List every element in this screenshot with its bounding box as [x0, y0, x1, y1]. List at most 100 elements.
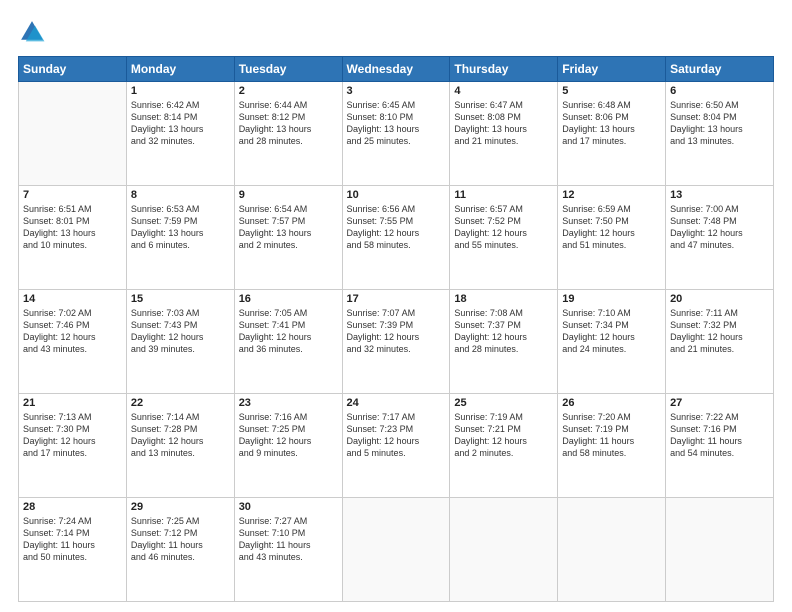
logo-icon	[18, 18, 46, 46]
day-number: 14	[23, 293, 122, 305]
calendar-cell: 11 Sunrise: 6:57 AM Sunset: 7:52 PM Dayli…	[450, 186, 558, 290]
day-number: 20	[670, 293, 769, 305]
day-number: 18	[454, 293, 553, 305]
day-info: Sunrise: 6:59 AM Sunset: 7:50 PM Dayligh…	[562, 203, 661, 252]
calendar-cell: 10 Sunrise: 6:56 AM Sunset: 7:55 PM Dayli…	[342, 186, 450, 290]
day-number: 8	[131, 189, 230, 201]
day-number: 1	[131, 85, 230, 97]
day-info: Sunrise: 6:54 AM Sunset: 7:57 PM Dayligh…	[239, 203, 338, 252]
calendar-cell: 23Sunrise: 7:16 AM Sunset: 7:25 PM Dayli…	[234, 394, 342, 498]
weekday-saturday: Saturday	[666, 57, 774, 82]
day-info: Sunrise: 7:27 AM Sunset: 7:10 PM Dayligh…	[239, 515, 338, 564]
calendar-cell	[558, 498, 666, 602]
calendar-cell: 26 Sunrise: 7:20 AM Sunset: 7:19 PM Dayli…	[558, 394, 666, 498]
calendar-cell: 30 Sunrise: 7:27 AM Sunset: 7:10 PM Dayli…	[234, 498, 342, 602]
weekday-sunday: Sunday	[19, 57, 127, 82]
calendar-cell: 8 Sunrise: 6:53 AM Sunset: 7:59 PM Daylig…	[126, 186, 234, 290]
weekday-wednesday: Wednesday	[342, 57, 450, 82]
page: SundayMondayTuesdayWednesdayThursdayFrid…	[0, 0, 792, 612]
day-number: 16	[239, 293, 338, 305]
week-row-1: 7 Sunrise: 6:51 AM Sunset: 8:01 PM Daylig…	[19, 186, 774, 290]
day-number: 22	[131, 397, 230, 409]
day-info: Sunrise: 7:11 AM Sunset: 7:32 PM Dayligh…	[670, 307, 769, 356]
calendar-cell: 29 Sunrise: 7:25 AM Sunset: 7:12 PM Dayli…	[126, 498, 234, 602]
day-info: Sunrise: 7:07 AM Sunset: 7:39 PM Dayligh…	[347, 307, 446, 356]
week-row-2: 14Sunrise: 7:02 AM Sunset: 7:46 PM Dayli…	[19, 290, 774, 394]
day-info: Sunrise: 6:47 AM Sunset: 8:08 PM Dayligh…	[454, 99, 553, 148]
day-info: Sunrise: 7:14 AM Sunset: 7:28 PM Dayligh…	[131, 411, 230, 460]
day-number: 23	[239, 397, 338, 409]
day-number: 19	[562, 293, 661, 305]
day-info: Sunrise: 6:50 AM Sunset: 8:04 PM Dayligh…	[670, 99, 769, 148]
calendar-cell: 1Sunrise: 6:42 AM Sunset: 8:14 PM Daylig…	[126, 82, 234, 186]
day-info: Sunrise: 6:53 AM Sunset: 7:59 PM Dayligh…	[131, 203, 230, 252]
weekday-monday: Monday	[126, 57, 234, 82]
calendar-cell: 18 Sunrise: 7:08 AM Sunset: 7:37 PM Dayli…	[450, 290, 558, 394]
day-number: 9	[239, 189, 338, 201]
day-number: 6	[670, 85, 769, 97]
calendar-cell: 25 Sunrise: 7:19 AM Sunset: 7:21 PM Dayli…	[450, 394, 558, 498]
week-row-4: 28 Sunrise: 7:24 AM Sunset: 7:14 PM Dayli…	[19, 498, 774, 602]
calendar-table: SundayMondayTuesdayWednesdayThursdayFrid…	[18, 56, 774, 602]
day-info: Sunrise: 7:19 AM Sunset: 7:21 PM Dayligh…	[454, 411, 553, 460]
day-number: 24	[347, 397, 446, 409]
day-number: 30	[239, 501, 338, 513]
weekday-thursday: Thursday	[450, 57, 558, 82]
day-number: 10	[347, 189, 446, 201]
day-info: Sunrise: 7:25 AM Sunset: 7:12 PM Dayligh…	[131, 515, 230, 564]
day-number: 26	[562, 397, 661, 409]
week-row-0: 1Sunrise: 6:42 AM Sunset: 8:14 PM Daylig…	[19, 82, 774, 186]
day-info: Sunrise: 6:44 AM Sunset: 8:12 PM Dayligh…	[239, 99, 338, 148]
day-info: Sunrise: 6:48 AM Sunset: 8:06 PM Dayligh…	[562, 99, 661, 148]
day-number: 2	[239, 85, 338, 97]
day-number: 27	[670, 397, 769, 409]
calendar-cell: 4Sunrise: 6:47 AM Sunset: 8:08 PM Daylig…	[450, 82, 558, 186]
day-info: Sunrise: 7:00 AM Sunset: 7:48 PM Dayligh…	[670, 203, 769, 252]
calendar-cell: 19 Sunrise: 7:10 AM Sunset: 7:34 PM Dayli…	[558, 290, 666, 394]
calendar-cell: 27 Sunrise: 7:22 AM Sunset: 7:16 PM Dayli…	[666, 394, 774, 498]
calendar-cell	[19, 82, 127, 186]
day-number: 7	[23, 189, 122, 201]
day-info: Sunrise: 7:13 AM Sunset: 7:30 PM Dayligh…	[23, 411, 122, 460]
calendar-cell: 17 Sunrise: 7:07 AM Sunset: 7:39 PM Dayli…	[342, 290, 450, 394]
day-number: 21	[23, 397, 122, 409]
calendar-cell	[450, 498, 558, 602]
day-number: 29	[131, 501, 230, 513]
calendar-cell: 6 Sunrise: 6:50 AM Sunset: 8:04 PM Daylig…	[666, 82, 774, 186]
day-number: 13	[670, 189, 769, 201]
day-number: 12	[562, 189, 661, 201]
day-info: Sunrise: 6:56 AM Sunset: 7:55 PM Dayligh…	[347, 203, 446, 252]
day-number: 3	[347, 85, 446, 97]
day-number: 11	[454, 189, 553, 201]
day-info: Sunrise: 7:20 AM Sunset: 7:19 PM Dayligh…	[562, 411, 661, 460]
day-info: Sunrise: 7:08 AM Sunset: 7:37 PM Dayligh…	[454, 307, 553, 356]
day-info: Sunrise: 6:51 AM Sunset: 8:01 PM Dayligh…	[23, 203, 122, 252]
calendar-cell: 7 Sunrise: 6:51 AM Sunset: 8:01 PM Daylig…	[19, 186, 127, 290]
weekday-tuesday: Tuesday	[234, 57, 342, 82]
calendar-cell	[666, 498, 774, 602]
day-info: Sunrise: 6:57 AM Sunset: 7:52 PM Dayligh…	[454, 203, 553, 252]
calendar-cell: 3 Sunrise: 6:45 AM Sunset: 8:10 PM Daylig…	[342, 82, 450, 186]
day-info: Sunrise: 7:10 AM Sunset: 7:34 PM Dayligh…	[562, 307, 661, 356]
weekday-header-row: SundayMondayTuesdayWednesdayThursdayFrid…	[19, 57, 774, 82]
calendar-cell: 21 Sunrise: 7:13 AM Sunset: 7:30 PM Dayli…	[19, 394, 127, 498]
week-row-3: 21 Sunrise: 7:13 AM Sunset: 7:30 PM Dayli…	[19, 394, 774, 498]
calendar-cell	[342, 498, 450, 602]
day-number: 28	[23, 501, 122, 513]
calendar-cell: 24 Sunrise: 7:17 AM Sunset: 7:23 PM Dayli…	[342, 394, 450, 498]
day-info: Sunrise: 7:24 AM Sunset: 7:14 PM Dayligh…	[23, 515, 122, 564]
day-info: Sunrise: 6:45 AM Sunset: 8:10 PM Dayligh…	[347, 99, 446, 148]
calendar-cell: 14Sunrise: 7:02 AM Sunset: 7:46 PM Dayli…	[19, 290, 127, 394]
day-info: Sunrise: 7:22 AM Sunset: 7:16 PM Dayligh…	[670, 411, 769, 460]
day-number: 25	[454, 397, 553, 409]
day-number: 15	[131, 293, 230, 305]
day-number: 5	[562, 85, 661, 97]
day-info: Sunrise: 7:17 AM Sunset: 7:23 PM Dayligh…	[347, 411, 446, 460]
day-number: 17	[347, 293, 446, 305]
logo	[18, 18, 50, 46]
header	[18, 18, 774, 46]
calendar-cell: 20 Sunrise: 7:11 AM Sunset: 7:32 PM Dayli…	[666, 290, 774, 394]
calendar-cell: 16Sunrise: 7:05 AM Sunset: 7:41 PM Dayli…	[234, 290, 342, 394]
calendar-cell: 13 Sunrise: 7:00 AM Sunset: 7:48 PM Dayli…	[666, 186, 774, 290]
calendar-cell: 5 Sunrise: 6:48 AM Sunset: 8:06 PM Daylig…	[558, 82, 666, 186]
